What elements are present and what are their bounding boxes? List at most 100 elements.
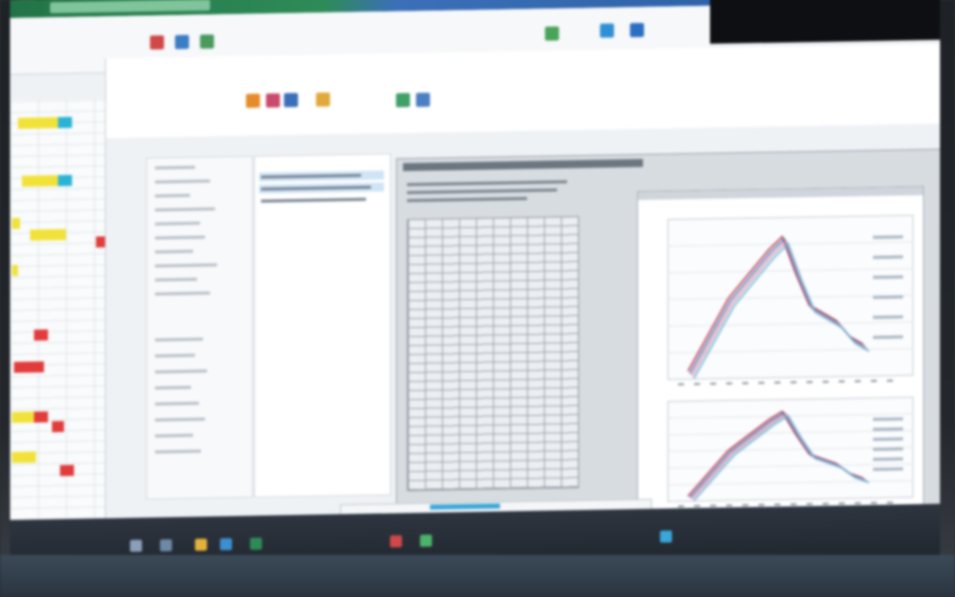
insert-icon[interactable]	[150, 35, 164, 50]
x-tick-label	[694, 504, 701, 508]
tree-item[interactable]	[155, 449, 201, 454]
legend-entry	[873, 437, 903, 441]
dark-window-corner	[710, 0, 940, 44]
navigation-tree[interactable]	[146, 155, 253, 500]
settings-icon[interactable]	[660, 530, 672, 543]
highlighted-cell[interactable]	[52, 421, 64, 433]
x-tick-label	[886, 501, 893, 504]
x-tick-label	[742, 382, 749, 385]
file-list[interactable]	[254, 153, 391, 498]
tree-item[interactable]	[155, 401, 199, 406]
highlighted-cell[interactable]	[60, 464, 74, 477]
x-tick-label	[710, 504, 717, 507]
legend-entry	[873, 457, 903, 461]
legend-entry	[873, 315, 903, 319]
x-tick-label	[758, 503, 765, 506]
highlighted-cell[interactable]	[30, 229, 66, 241]
x-tick-label	[870, 501, 877, 504]
tree-item[interactable]	[155, 353, 195, 358]
share-icon[interactable]	[630, 22, 644, 38]
legend-entry	[873, 427, 903, 431]
highlighted-cell[interactable]	[12, 451, 36, 463]
charts-svg	[667, 214, 914, 508]
chat-icon[interactable]	[420, 534, 432, 547]
x-tick-label	[838, 380, 845, 383]
report-data-table	[407, 216, 579, 492]
paste-icon[interactable]	[246, 93, 260, 108]
tree-item[interactable]	[155, 193, 190, 198]
x-tick-label	[774, 381, 781, 384]
tree-item[interactable]	[155, 369, 207, 374]
x-tick-label	[758, 381, 765, 384]
tree-item[interactable]	[155, 235, 205, 240]
monitor-screen	[10, 0, 940, 586]
tree-item[interactable]	[155, 291, 210, 296]
chart-panel	[637, 186, 924, 514]
highlighted-cell[interactable]	[12, 217, 20, 229]
x-tick-label	[790, 381, 797, 384]
x-tick-label	[774, 503, 781, 506]
highlighted-cell[interactable]	[58, 174, 72, 187]
tree-item[interactable]	[155, 337, 203, 342]
filter-icon[interactable]	[545, 26, 559, 41]
legend-entry	[873, 335, 903, 339]
export-icon[interactable]	[396, 93, 410, 108]
tree-item[interactable]	[155, 417, 205, 422]
tree-item[interactable]	[155, 221, 200, 226]
report-window	[396, 148, 940, 521]
list-item[interactable]	[259, 182, 384, 194]
highlighted-cell[interactable]	[58, 116, 72, 129]
search-icon[interactable]	[160, 539, 172, 552]
legend-entry	[873, 295, 903, 299]
explorer-icon[interactable]	[195, 538, 207, 551]
tree-item[interactable]	[155, 179, 210, 184]
highlighted-cell[interactable]	[12, 411, 36, 423]
x-tick-label	[870, 379, 877, 382]
tree-item[interactable]	[155, 433, 193, 438]
chart-icon[interactable]	[175, 34, 189, 50]
highlighted-cell[interactable]	[34, 411, 48, 423]
x-tick-label	[822, 380, 829, 383]
legend-entry	[873, 275, 903, 279]
highlighted-cell[interactable]	[14, 361, 44, 373]
legend-entry	[873, 235, 903, 239]
x-tick-label	[806, 380, 813, 384]
tree-item[interactable]	[155, 263, 217, 268]
tree-item[interactable]	[155, 249, 193, 254]
tree-item[interactable]	[155, 207, 215, 212]
report-title	[403, 158, 643, 172]
highlighted-cell[interactable]	[22, 175, 58, 187]
x-tick-label	[838, 502, 845, 505]
legend-entry	[873, 467, 903, 471]
highlighted-cell[interactable]	[12, 264, 18, 276]
sort-icon[interactable]	[600, 23, 614, 38]
x-tick-label	[726, 382, 733, 385]
x-tick-label	[822, 502, 829, 505]
tree-item[interactable]	[155, 385, 191, 390]
excel-sheet-grid[interactable]	[10, 98, 120, 520]
format-icon[interactable]	[200, 34, 214, 49]
x-tick-label	[694, 382, 701, 386]
x-tick-label	[854, 380, 861, 383]
highlighted-cell[interactable]	[34, 329, 48, 341]
legend-entry	[873, 255, 903, 259]
start-icon[interactable]	[130, 539, 142, 552]
color-icon[interactable]	[284, 92, 298, 108]
cut-icon[interactable]	[266, 93, 280, 108]
settings-icon[interactable]	[316, 92, 330, 107]
app-window	[105, 43, 940, 529]
list-item[interactable]	[259, 194, 384, 205]
monitor-photo	[0, 0, 955, 597]
tree-item[interactable]	[155, 277, 197, 282]
excel-icon[interactable]	[250, 537, 262, 550]
x-tick-label	[790, 503, 797, 506]
list-item[interactable]	[259, 170, 384, 182]
x-tick-label	[886, 379, 893, 382]
highlighted-cell[interactable]	[18, 117, 58, 129]
print-icon[interactable]	[416, 92, 430, 107]
x-tick-label	[742, 504, 749, 507]
browser-icon[interactable]	[220, 538, 232, 551]
report-summary	[407, 178, 577, 211]
tree-item[interactable]	[155, 165, 195, 170]
mail-icon[interactable]	[390, 535, 402, 548]
